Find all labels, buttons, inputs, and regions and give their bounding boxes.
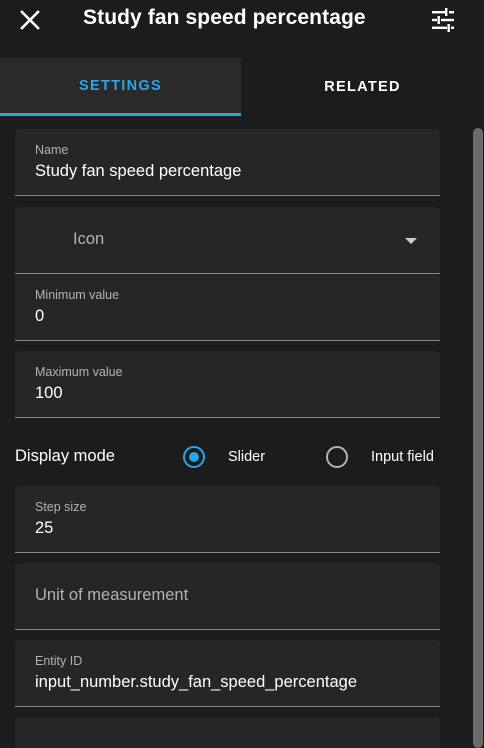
entity-id-field[interactable]: Entity ID input_number.study_fan_speed_p… <box>15 640 440 707</box>
dialog-header: Study fan speed percentage <box>0 0 484 58</box>
display-mode-label: Display mode <box>15 447 115 465</box>
tab-related[interactable]: RELATED <box>241 58 484 116</box>
step-size-field[interactable]: Step size 25 <box>15 486 440 553</box>
settings-panel: Name Study fan speed percentage Icon Min… <box>0 116 484 748</box>
dropdown-arrow-icon[interactable] <box>405 238 417 244</box>
tab-settings[interactable]: SETTINGS <box>0 58 241 116</box>
input-field-radio-label[interactable]: Input field <box>371 449 434 465</box>
maximum-value-field[interactable]: Maximum value 100 <box>15 351 440 418</box>
entity-id-input: input_number.study_fan_speed_percentage <box>35 673 357 691</box>
entity-id-label: Entity ID <box>35 654 83 668</box>
name-field-label: Name <box>35 143 69 157</box>
name-field[interactable]: Name Study fan speed percentage <box>15 129 440 196</box>
minimum-value-input: 0 <box>35 307 45 325</box>
icon-picker-placeholder: Icon <box>73 230 105 248</box>
slider-radio[interactable] <box>183 446 205 468</box>
step-size-input: 25 <box>35 519 54 537</box>
scrollbar-thumb[interactable] <box>473 128 483 748</box>
maximum-value-input: 100 <box>35 384 63 402</box>
close-button[interactable] <box>18 8 42 32</box>
step-size-label: Step size <box>35 500 87 514</box>
minimum-value-field[interactable]: Minimum value 0 <box>15 274 440 341</box>
unit-of-measurement-placeholder: Unit of measurement <box>35 586 189 604</box>
maximum-value-label: Maximum value <box>35 365 123 379</box>
tab-bar: SETTINGS RELATED <box>0 58 484 116</box>
advanced-settings-button[interactable] <box>430 7 456 33</box>
input-field-radio[interactable] <box>326 446 348 468</box>
minimum-value-label: Minimum value <box>35 288 120 302</box>
name-field-value: Study fan speed percentage <box>35 162 242 180</box>
unit-of-measurement-field[interactable]: Unit of measurement <box>15 563 440 630</box>
slider-radio-label[interactable]: Slider <box>228 449 265 465</box>
close-icon <box>20 10 40 30</box>
icon-picker[interactable]: Icon <box>15 207 440 274</box>
dialog-title: Study fan speed percentage <box>83 6 366 29</box>
tune-icon <box>432 8 454 32</box>
next-field-partial[interactable] <box>15 717 440 748</box>
